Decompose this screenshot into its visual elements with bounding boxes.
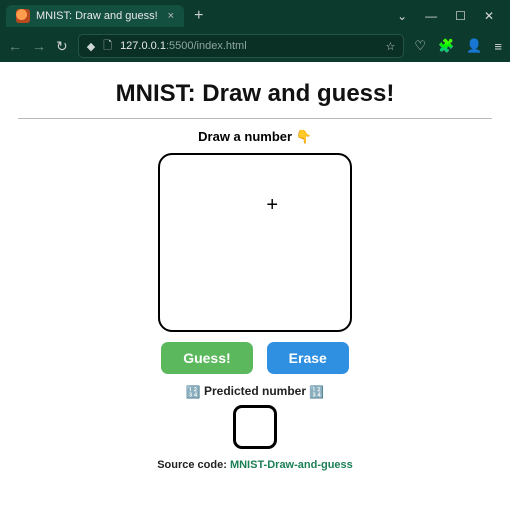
save-icon[interactable]: ♡	[414, 38, 426, 54]
browser-chrome: MNIST: Draw and guess! × + ⌄ ― ☐ ✕ ← → ↻…	[0, 0, 510, 62]
address-bar[interactable]: ◆ 🗋 127.0.0.1:5500/index.html ☆	[78, 34, 405, 58]
file-icon: 🗋	[103, 37, 112, 56]
page-content: MNIST: Draw and guess! Draw a number 👇 +…	[0, 62, 510, 471]
number-emoji-icon: 🔢	[186, 385, 201, 399]
favicon-icon	[16, 9, 30, 23]
draw-prompt: Draw a number 👇	[18, 129, 492, 145]
minimize-button[interactable]: ―	[425, 9, 437, 23]
menu-icon[interactable]: ≡	[494, 39, 502, 54]
predicted-label: 🔢 Predicted number 🔢	[18, 384, 492, 399]
reload-button[interactable]: ↻	[56, 38, 68, 55]
url-host: 127.0.0.1:5500/index.html	[120, 40, 247, 52]
divider	[18, 118, 492, 119]
close-tab-icon[interactable]: ×	[168, 10, 174, 22]
close-window-button[interactable]: ✕	[484, 9, 494, 23]
button-row: Guess! Erase	[18, 342, 492, 374]
window-controls: ⌄ ― ☐ ✕	[397, 9, 504, 23]
toolbar-right-icons: ♡ 🧩 👤 ≡	[414, 38, 502, 54]
erase-button[interactable]: Erase	[267, 342, 349, 374]
tab-title: MNIST: Draw and guess!	[36, 10, 158, 22]
number-emoji-icon: 🔢	[309, 385, 324, 399]
guess-button[interactable]: Guess!	[161, 342, 252, 374]
back-button[interactable]: ←	[8, 38, 22, 54]
maximize-button[interactable]: ☐	[455, 9, 466, 23]
forward-button[interactable]: →	[32, 38, 46, 54]
source-code-link[interactable]: MNIST-Draw-and-guess	[230, 459, 353, 471]
account-icon[interactable]: 👤	[466, 38, 482, 54]
cursor-crosshair-icon: +	[266, 194, 278, 217]
prediction-output-box	[233, 405, 277, 449]
page-title: MNIST: Draw and guess!	[18, 80, 492, 108]
new-tab-button[interactable]: +	[194, 8, 203, 24]
extensions-icon[interactable]: 🧩	[438, 38, 454, 54]
chevron-down-icon[interactable]: ⌄	[397, 9, 407, 23]
bookmark-star-icon[interactable]: ☆	[386, 40, 396, 53]
shield-icon[interactable]: ◆	[87, 40, 95, 53]
drawing-canvas[interactable]: +	[158, 153, 352, 332]
point-down-icon: 👇	[296, 129, 312, 144]
tab-bar: MNIST: Draw and guess! × + ⌄ ― ☐ ✕	[0, 0, 510, 30]
browser-tab[interactable]: MNIST: Draw and guess! ×	[6, 5, 184, 27]
source-code-line: Source code: MNIST-Draw-and-guess	[18, 459, 492, 471]
toolbar: ← → ↻ ◆ 🗋 127.0.0.1:5500/index.html ☆ ♡ …	[0, 30, 510, 62]
